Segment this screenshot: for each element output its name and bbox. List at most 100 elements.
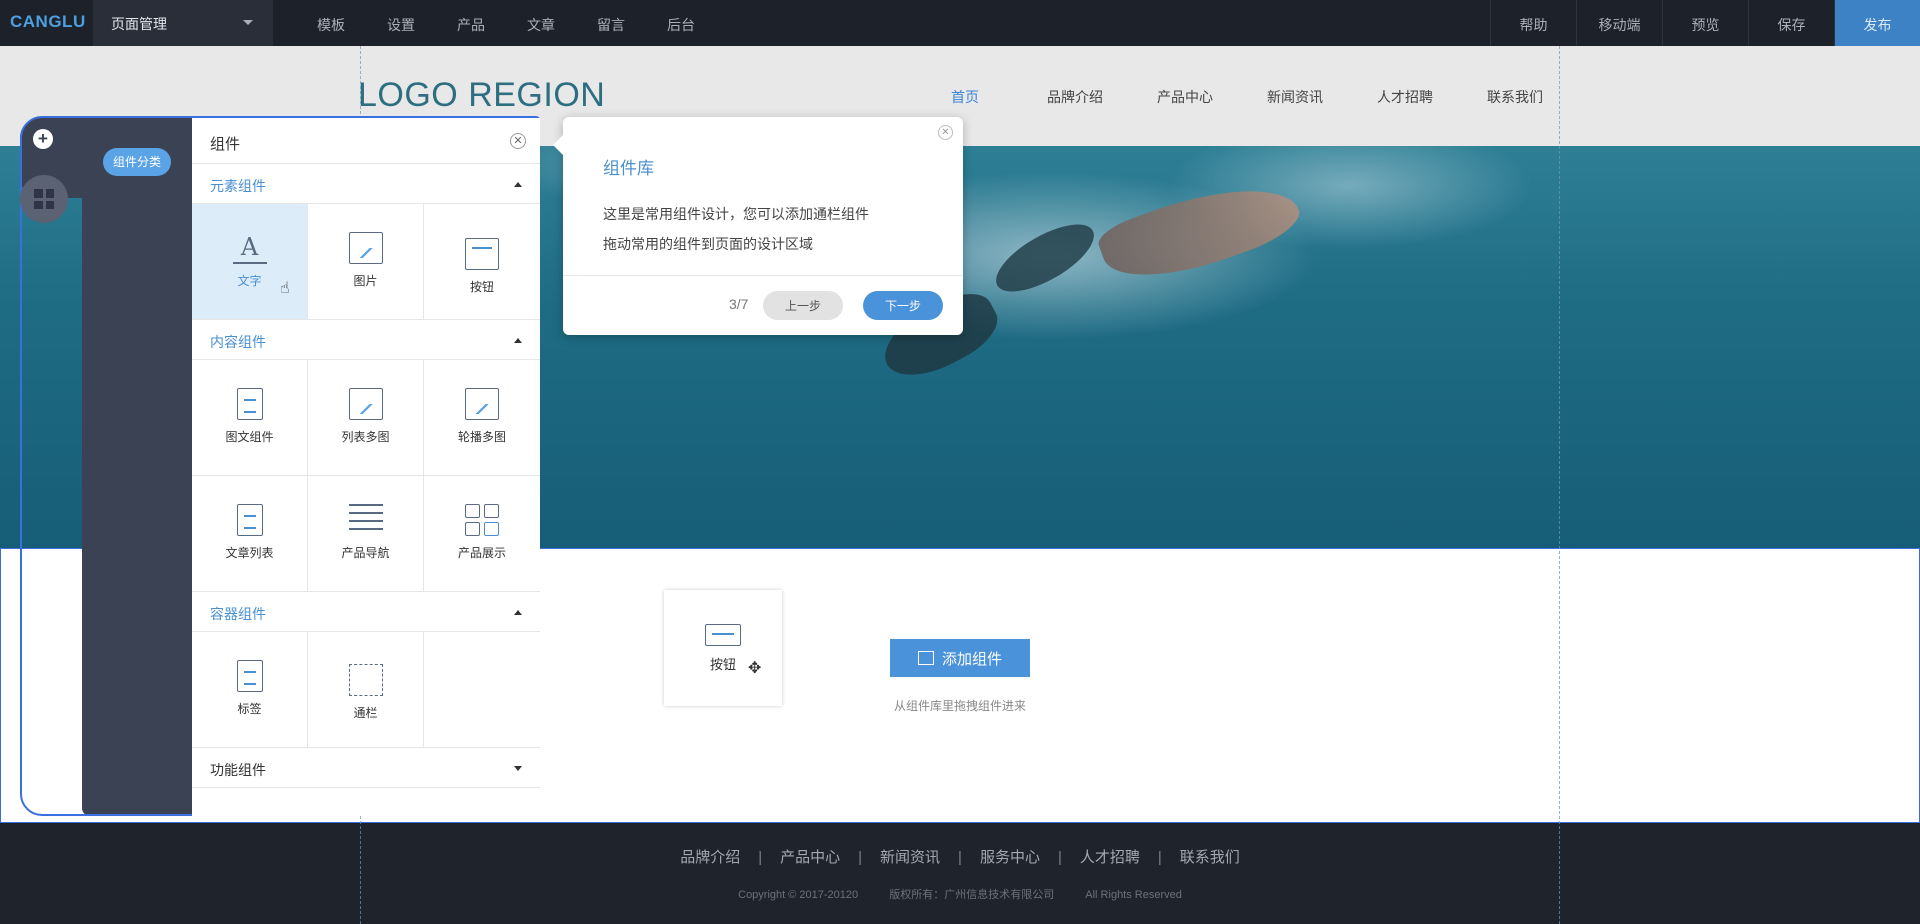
tooltip-line-1: 这里是常用组件设计，您可以添加通栏组件 [603,206,869,222]
text-icon: A [232,232,267,264]
preview-button[interactable]: 预览 [1662,0,1748,46]
component-product-nav[interactable]: 产品导航 [308,476,424,592]
footer-link-contact[interactable]: 联系我们 [1180,849,1240,866]
footer-link-news[interactable]: 新闻资讯 [880,849,940,866]
section-container-components[interactable]: 容器组件 [192,592,540,632]
component-tabs[interactable]: 标签 [192,632,308,748]
component-label: 标签 [237,702,262,716]
prev-step-button[interactable]: 上一步 [763,291,843,320]
component-label: 按钮 [469,280,494,294]
component-library-header: 组件 ✕ [192,118,540,164]
footer-link-products[interactable]: 产品中心 [780,849,840,866]
menu-template[interactable]: 模板 [296,0,366,35]
tooltip-body: 这里是常用组件设计，您可以添加通栏组件 拖动常用的组件到页面的设计区域 [603,199,869,259]
component-button[interactable]: 按钮 [424,204,540,320]
site-nav-news[interactable]: 新闻资讯 [1240,87,1350,107]
site-nav-contact[interactable]: 联系我们 [1460,87,1570,107]
site-nav-products[interactable]: 产品中心 [1130,87,1240,107]
help-button[interactable]: 帮助 [1490,0,1576,46]
component-label: 产品展示 [457,546,506,560]
article-list-icon [236,504,263,536]
menu-products[interactable]: 产品 [436,0,506,35]
component-library-panel: 组件 ✕ 元素组件 A 文字 ☝ 图片 按钮 内容组件 图文组件 列表多图 轮播… [192,118,540,816]
add-hint: 从组件库里拖拽组件进来 [893,699,1026,713]
copyright: Copyright © 2017-20120 版权所有：广州信息技术有限公司 A… [0,886,1920,902]
brand-logo: CANGLU [10,12,86,31]
dragged-card-label: 按钮 [709,657,736,672]
next-step-button[interactable]: 下一步 [863,291,943,320]
add-component-label: 添加组件 [941,650,1002,668]
copyright-rights: All Rights Reserved [1085,889,1182,901]
component-image-text[interactable]: 图文组件 [192,360,308,476]
site-nav-home[interactable]: 首页 [910,87,1020,107]
publish-button[interactable]: 发布 [1834,0,1920,46]
tabs-icon [236,660,263,692]
component-text[interactable]: A 文字 ☝ [192,204,308,320]
chevron-up-icon [514,182,522,187]
footer-link-service[interactable]: 服务中心 [980,849,1040,866]
dragged-button-component[interactable]: 按钮 ✥ [664,590,782,706]
component-list-images[interactable]: 列表多图 [308,360,424,476]
fullwidth-bar-icon [348,664,383,696]
footer-separator: | [958,849,962,866]
image-text-icon [236,388,263,420]
tooltip-title: 组件库 [603,159,654,178]
component-product-showcase[interactable]: 产品展示 [424,476,540,592]
site-nav-brand[interactable]: 品牌介绍 [1020,87,1130,107]
close-icon[interactable]: ✕ [510,133,526,149]
section-label: 功能组件 [210,762,266,778]
close-icon[interactable]: ✕ [938,125,953,140]
site-nav-careers[interactable]: 人才招聘 [1350,87,1460,107]
menu-messages[interactable]: 留言 [576,0,646,35]
section-content-components[interactable]: 内容组件 [192,320,540,360]
section-label: 内容组件 [210,334,266,350]
copyright-owner: 版权所有：广州信息技术有限公司 [889,889,1055,901]
copyright-text: Copyright © 2017-20120 [738,889,859,901]
layout-guide-right [1559,46,1560,924]
product-nav-icon [348,504,383,536]
hand-cursor-icon: ☝ [280,280,290,297]
button-icon [705,624,741,646]
page-manager-select[interactable]: 页面管理 [93,0,273,46]
component-label: 图片 [353,274,378,288]
menu-articles[interactable]: 文章 [506,0,576,35]
top-toolbar: CANGLU 页面管理 模板 设置 产品 文章 留言 后台 帮助 移动端 预览 … [0,0,1920,46]
page-manager-label: 页面管理 [111,16,167,32]
mobile-button[interactable]: 移动端 [1576,0,1662,46]
image-icon [348,232,383,264]
chevron-down-icon [243,20,253,25]
footer-links: 品牌介绍 | 产品中心 | 新闻资讯 | 服务中心 | 人才招聘 | 联系我们 [0,846,1920,867]
footer-separator: | [1157,849,1162,866]
empty-cell [424,632,540,748]
section-function-components[interactable]: 功能组件 [192,748,540,788]
footer-separator: | [1057,849,1062,866]
component-label: 文章列表 [225,546,274,560]
site-footer: 品牌介绍 | 产品中心 | 新闻资讯 | 服务中心 | 人才招聘 | 联系我们 Copyright … [0,824,1920,924]
menu-backend[interactable]: 后台 [646,0,716,35]
footer-link-brand[interactable]: 品牌介绍 [680,849,740,866]
component-article-list[interactable]: 文章列表 [192,476,308,592]
component-label: 图文组件 [225,430,274,444]
component-fullwidth-bar[interactable]: 通栏 [308,632,424,748]
component-image[interactable]: 图片 [308,204,424,320]
site-logo[interactable]: LOGO REGION [358,76,605,115]
component-label: 文字 [237,274,262,288]
component-label: 轮播多图 [457,430,506,444]
component-category-pill[interactable]: 组件分类 [103,148,171,176]
menu-settings[interactable]: 设置 [366,0,436,35]
component-label: 产品导航 [341,546,390,560]
component-label: 列表多图 [341,430,390,444]
list-images-icon [348,388,383,420]
chevron-down-icon [514,766,522,771]
add-icon[interactable]: + [33,129,53,149]
section-element-components[interactable]: 元素组件 [192,164,540,204]
save-button[interactable]: 保存 [1748,0,1834,46]
component-carousel[interactable]: 轮播多图 [424,360,540,476]
content-components-grid: 图文组件 列表多图 轮播多图 文章列表 产品导航 产品展示 [192,360,540,592]
footer-link-careers[interactable]: 人才招聘 [1080,849,1140,866]
chevron-up-icon [514,610,522,615]
top-actions: 帮助 移动端 预览 保存 发布 [1490,0,1920,46]
add-component-button[interactable]: 添加组件 [890,639,1030,677]
layout-grid-icon[interactable] [20,175,68,223]
element-components-grid: A 文字 ☝ 图片 按钮 [192,204,540,320]
